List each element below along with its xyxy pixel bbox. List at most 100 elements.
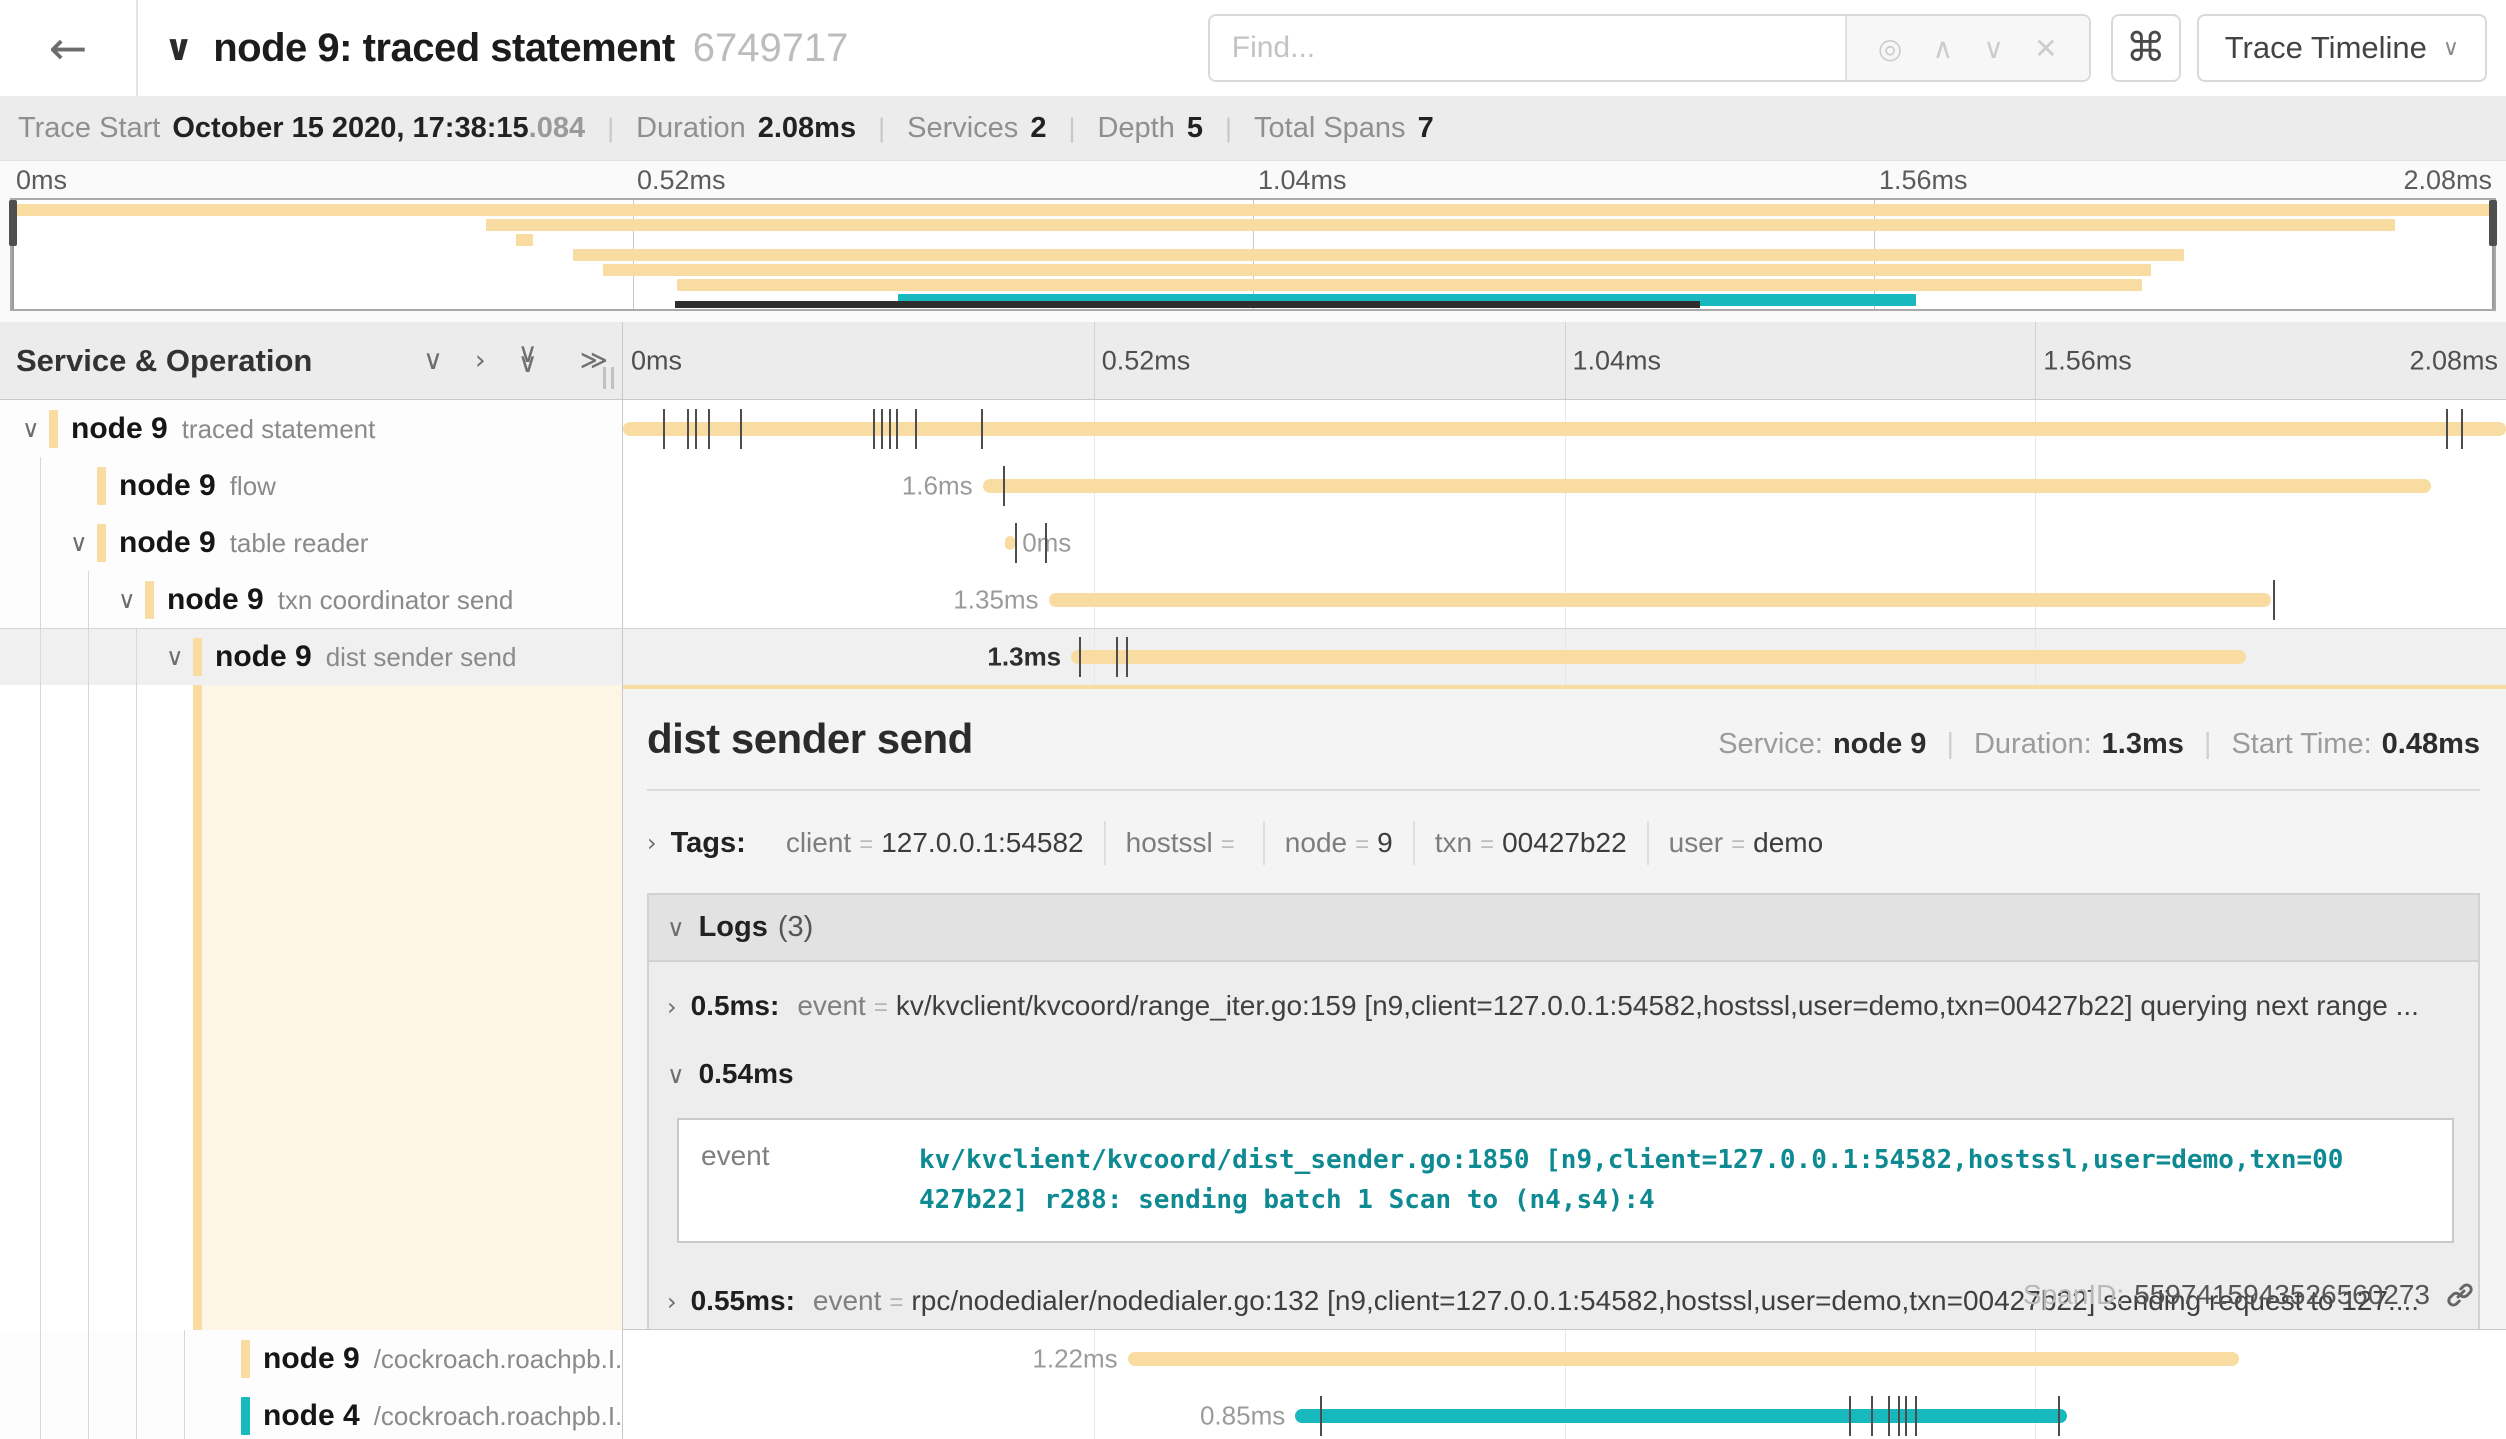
span-duration-bar[interactable] xyxy=(1295,1409,2067,1423)
span-row-tree-cell[interactable]: ∨node 9txn coordinator send xyxy=(0,571,623,628)
minimap-tick-label: 0.52ms xyxy=(637,165,726,196)
summary-value: 2.08ms xyxy=(758,112,856,145)
span-expander-chevron-icon[interactable]: ∨ xyxy=(22,415,40,443)
tags-row[interactable]: › Tags: client=127.0.0.1:54582hostssl=no… xyxy=(647,821,2480,865)
span-link-icon[interactable] xyxy=(2444,1279,2476,1311)
log-marker-tick xyxy=(873,409,875,449)
operation-name: /cockroach.roachpb.I... xyxy=(374,1344,623,1374)
summary-value: 5 xyxy=(1187,112,1203,145)
span-row-label: node 9traced statement xyxy=(71,412,375,446)
back-button[interactable]: ← xyxy=(0,0,138,96)
find-input[interactable] xyxy=(1210,16,1845,80)
tag-pill[interactable]: node=9 xyxy=(1265,821,1415,865)
span-detail-row: dist sender send Service: node 9 | Durat… xyxy=(0,685,2506,1330)
span-row-tree-cell[interactable]: ∨node 9dist sender send xyxy=(0,629,623,685)
tag-pill[interactable]: txn=00427b22 xyxy=(1415,821,1649,865)
span-row-timeline-cell[interactable] xyxy=(623,400,2506,457)
span-row-timeline-cell[interactable]: 0ms xyxy=(623,514,2506,571)
collapse-one-icon[interactable]: ∨ xyxy=(423,345,443,376)
summary-label: Total Spans xyxy=(1254,112,1406,145)
minimap-span-bar xyxy=(516,234,533,246)
collapse-trace-chevron-icon[interactable]: ∨ xyxy=(164,28,193,69)
title-group: ∨ node 9: traced statement 6749717 xyxy=(164,26,848,71)
tag-equals: = xyxy=(1731,831,1745,859)
span-row-label: node 4/cockroach.roachpb.I... xyxy=(263,1399,623,1433)
prev-match-icon[interactable]: ∧ xyxy=(1933,32,1954,65)
log-expander-chevron-icon: ∨ xyxy=(667,1061,685,1089)
span-expander-chevron-icon[interactable]: ∨ xyxy=(70,529,88,557)
span-row-tree-cell[interactable]: ∨node 9table reader xyxy=(0,514,623,571)
span-rows-top: ∨node 9traced statementnode 9flow1.6ms∨n… xyxy=(0,400,2506,685)
log-marker-tick xyxy=(1116,637,1118,677)
view-dropdown-button[interactable]: Trace Timeline ∨ xyxy=(2197,14,2487,82)
log-marker-tick xyxy=(2446,409,2448,449)
span-id-row: SpanID: 5597415943526560273 xyxy=(2023,1279,2476,1311)
span-row-label: node 9/cockroach.roachpb.I... xyxy=(263,1342,623,1376)
span-row-timeline-cell[interactable]: 1.6ms xyxy=(623,457,2506,514)
tag-pill[interactable]: client=127.0.0.1:54582 xyxy=(766,821,1106,865)
span-duration-bar[interactable] xyxy=(1049,593,2271,607)
tag-pill[interactable]: hostssl= xyxy=(1106,821,1265,865)
span-row[interactable]: ∨node 9table reader0ms xyxy=(0,514,2506,571)
span-duration-bar[interactable] xyxy=(983,479,2431,493)
span-row[interactable]: ∨node 9txn coordinator send1.35ms xyxy=(0,571,2506,628)
log-entry[interactable]: ∨0.54ms xyxy=(649,1030,2478,1098)
span-duration-bar[interactable] xyxy=(1071,650,2246,664)
service-color-bar xyxy=(49,410,58,448)
log-marker-tick xyxy=(663,409,665,449)
span-row[interactable]: node 9flow1.6ms xyxy=(0,457,2506,514)
span-row-timeline-cell[interactable]: 1.22ms xyxy=(623,1330,2506,1387)
log-entry[interactable]: ›0.5ms:event=kv/kvclient/kvcoord/range_i… xyxy=(649,962,2478,1030)
match-highlight-icon[interactable]: ◎ xyxy=(1878,32,1902,65)
operation-name: txn coordinator send xyxy=(278,585,514,615)
view-dropdown-label: Trace Timeline xyxy=(2225,30,2427,66)
span-row-timeline-cell[interactable]: 1.3ms xyxy=(623,629,2506,685)
find-addon: ◎ ∧ ∨ ✕ xyxy=(1845,16,2089,80)
span-row-timeline-cell[interactable]: 1.35ms xyxy=(623,571,2506,628)
span-row[interactable]: node 9/cockroach.roachpb.I...1.22ms xyxy=(0,1330,2506,1387)
next-match-icon[interactable]: ∨ xyxy=(1983,32,2004,65)
span-row-tree-cell[interactable]: node 9flow xyxy=(0,457,623,514)
minimap-right-scrubber-handle[interactable] xyxy=(2489,200,2497,246)
tag-equals: = xyxy=(1221,831,1235,859)
log-timestamp: 0.55ms: xyxy=(691,1285,795,1317)
ruler-gridline xyxy=(2035,322,2036,399)
span-duration-bar[interactable] xyxy=(1128,1352,2239,1366)
service-name: node 9 xyxy=(215,640,312,673)
timeline-column-header: Service & Operation ∨ › ∨∨ ≫ 0ms0.52ms1.… xyxy=(0,322,2506,400)
span-row[interactable]: node 4/cockroach.roachpb.I...0.85ms xyxy=(0,1387,2506,1439)
minimap-left-scrubber-handle[interactable] xyxy=(9,200,17,246)
log-marker-tick xyxy=(896,409,898,449)
minimap-canvas[interactable] xyxy=(10,198,2496,311)
span-row-tree-cell[interactable]: node 9/cockroach.roachpb.I... xyxy=(0,1330,623,1387)
ruler-tick-label: 1.04ms xyxy=(1573,345,1662,376)
tag-pill[interactable]: user=demo xyxy=(1649,821,1844,865)
keyboard-shortcuts-button[interactable]: ⌘ xyxy=(2111,14,2181,82)
tag-value: 127.0.0.1:54582 xyxy=(881,827,1083,859)
span-row-tree-cell[interactable]: node 4/cockroach.roachpb.I... xyxy=(0,1387,623,1439)
tree-indent-guide xyxy=(40,685,41,1330)
service-name: node 9 xyxy=(263,1342,360,1375)
log-timestamp: 0.5ms: xyxy=(691,990,780,1022)
clear-find-icon[interactable]: ✕ xyxy=(2034,32,2057,65)
trace-id: 6749717 xyxy=(693,26,849,71)
log-marker-tick xyxy=(1888,1396,1890,1436)
span-expander-chevron-icon[interactable]: ∨ xyxy=(118,586,136,614)
span-row[interactable]: ∨ node 9traced statement xyxy=(0,400,2506,457)
span-row-timeline-cell[interactable]: 0.85ms xyxy=(623,1387,2506,1439)
log-field-key: event xyxy=(813,1285,882,1317)
span-row[interactable]: ∨node 9dist sender send1.3ms xyxy=(0,628,2506,685)
column-resize-grip[interactable] xyxy=(598,367,614,389)
logs-header[interactable]: ∨ Logs (3) xyxy=(649,895,2478,962)
collapse-all-icon[interactable]: ∨∨ xyxy=(518,344,548,378)
chevron-down-icon: ∨ xyxy=(2443,36,2459,61)
span-expander-chevron-icon[interactable]: ∨ xyxy=(166,643,184,671)
span-duration-bar[interactable] xyxy=(623,422,2506,436)
service-name: node 9 xyxy=(71,412,168,445)
summary-separator: | xyxy=(1068,113,1075,144)
span-rows-bottom: node 9/cockroach.roachpb.I...1.22msnode … xyxy=(0,1330,2506,1439)
span-duration-bar[interactable] xyxy=(1005,536,1014,550)
span-row-tree-cell[interactable]: ∨ node 9traced statement xyxy=(0,400,623,457)
expand-one-icon[interactable]: › xyxy=(475,345,486,376)
log-marker-tick xyxy=(2273,580,2275,620)
